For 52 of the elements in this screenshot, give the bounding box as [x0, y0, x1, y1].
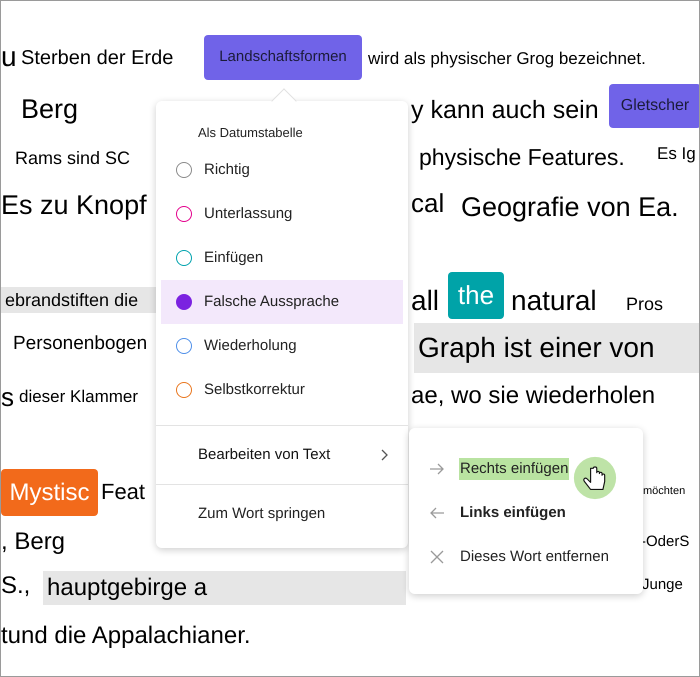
menu-item-label: Einfügen	[204, 248, 264, 268]
menu-item-label: Wiederholung	[204, 336, 297, 356]
menu-radio-item[interactable]: Falsche Aussprache	[161, 280, 403, 324]
document-text: wird als physischer Grog bezeichnet.	[368, 48, 646, 70]
submenu-item[interactable]: Dieses Wort entfernen	[459, 546, 610, 568]
menu-item[interactable]: Zum Wort springen	[198, 503, 326, 526]
menu-radio-item[interactable]: Einfügen	[161, 236, 403, 280]
document-text: physische Features.	[419, 143, 625, 172]
document-text: -OderS	[641, 533, 690, 552]
document-text: natural	[511, 284, 597, 318]
document-text: S.,	[1, 571, 30, 601]
document-text: Sterben der Erde	[21, 46, 174, 71]
hand-cursor-icon	[573, 456, 617, 500]
menu-radio-item[interactable]: Wiederholung	[161, 324, 403, 368]
close-icon	[429, 549, 445, 565]
document-text: , Berg	[1, 527, 66, 557]
document-text: möchten	[643, 485, 686, 499]
document-text: dieser Klammer	[19, 386, 138, 408]
menu-item-label: Selbstkorrektur	[204, 380, 305, 400]
document-text: Pros	[626, 293, 664, 316]
document-text: y kann auch sein	[411, 95, 599, 126]
menu-item[interactable]: Bearbeiten von Text	[198, 444, 378, 466]
arrow-left-icon	[429, 505, 445, 521]
menu-radio-item[interactable]: Richtig	[161, 148, 403, 192]
menu-radio-item[interactable]: Unterlassung	[161, 192, 403, 236]
document-text: Feat	[101, 478, 146, 506]
submenu-item[interactable]: Rechts einfügen	[459, 458, 570, 480]
shaded-text: hauptgebirge a	[43, 571, 406, 605]
document-text: all	[411, 284, 440, 318]
document-text: Es Ig	[657, 143, 696, 164]
shaded-text: ebrandstiften die	[1, 287, 156, 313]
menu-item-label: Unterlassung	[204, 204, 292, 224]
word-tag[interactable]: Gletscher	[609, 84, 699, 128]
menu-header: Als Datumstabelle	[197, 124, 304, 142]
menu-radio-item[interactable]: Selbstkorrektur	[161, 368, 403, 412]
document-text: Rams sind SC	[15, 147, 130, 170]
menu-item-label: Falsche Aussprache	[204, 292, 340, 312]
document-text: Geografie von Ea.	[461, 191, 679, 224]
submenu-item[interactable]: Links einfügen	[459, 502, 567, 524]
shaded-text: Graph ist einer von	[414, 323, 699, 373]
document-text: ae, wo sie wiederholen	[411, 381, 656, 411]
document-text: Es zu Knopf	[1, 189, 147, 222]
document-text: tund die Appalachianer.	[1, 621, 251, 651]
arrow-right-icon	[429, 461, 445, 477]
word-tag[interactable]: Landschaftsformen	[204, 35, 362, 80]
document-text: cal	[411, 187, 444, 220]
document-text: Junge	[642, 576, 683, 595]
document-text: Personenbogen	[13, 332, 148, 356]
document-text: s	[1, 381, 14, 414]
document-text: Berg	[21, 93, 78, 126]
document-text: u	[1, 40, 17, 74]
menu-item-label: Richtig	[204, 160, 250, 180]
